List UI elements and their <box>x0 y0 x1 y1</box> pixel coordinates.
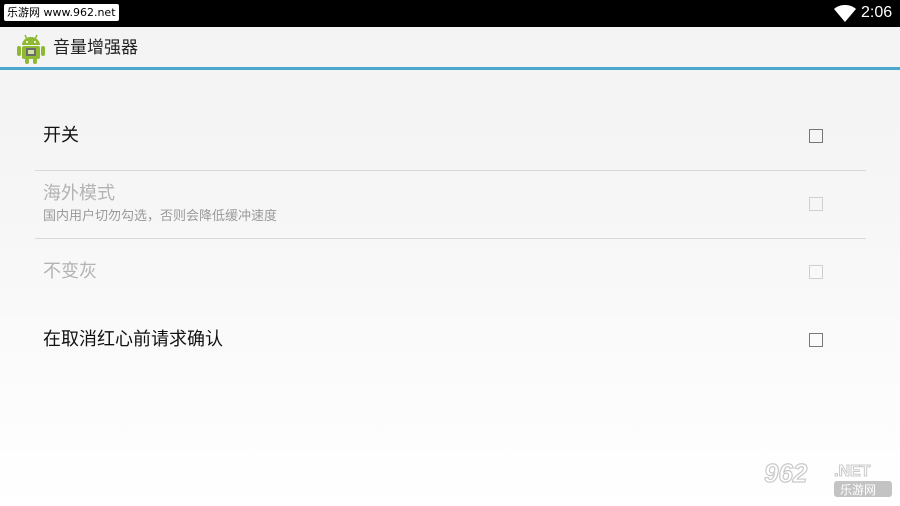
app-title: 音量增强器 <box>53 38 138 58</box>
pref-confirm-unlike-checkbox[interactable] <box>809 333 823 347</box>
pref-overseas-mode[interactable]: 海外模式 国内用户切勿勾选，否则会降低缓冲速度 <box>35 171 866 238</box>
pref-overseas-mode-checkbox[interactable] <box>809 197 823 211</box>
logo-text-net: .NET <box>834 463 871 480</box>
wifi-icon <box>834 5 856 22</box>
logo-text-cn: 乐游网 <box>840 483 876 497</box>
pref-overseas-mode-summary: 国内用户切勿勾选，否则会降低缓冲速度 <box>43 209 278 224</box>
pref-switch-title: 开关 <box>43 125 79 146</box>
pref-switch[interactable]: 开关 <box>35 104 866 170</box>
pref-overseas-mode-title: 海外模式 <box>43 183 115 204</box>
logo-text-962: 962 <box>764 458 808 488</box>
pref-switch-checkbox[interactable] <box>809 129 823 143</box>
pref-no-gray-title: 不变灰 <box>43 261 97 282</box>
watermark-label: 乐游网 www.962.net <box>4 4 119 21</box>
pref-no-gray-checkbox[interactable] <box>809 265 823 279</box>
pref-confirm-unlike[interactable]: 在取消红心前请求确认 <box>35 308 866 374</box>
action-bar-divider <box>0 67 900 70</box>
pref-confirm-unlike-title: 在取消红心前请求确认 <box>43 329 223 350</box>
pref-no-gray[interactable]: 不变灰 <box>35 239 866 305</box>
android-app-icon[interactable] <box>16 33 46 65</box>
status-bar: 乐游网 www.962.net 2:06 <box>0 0 900 27</box>
status-time: 2:06 <box>861 4 893 21</box>
site-watermark-logo: 962 .NET 乐游网 <box>760 456 894 500</box>
